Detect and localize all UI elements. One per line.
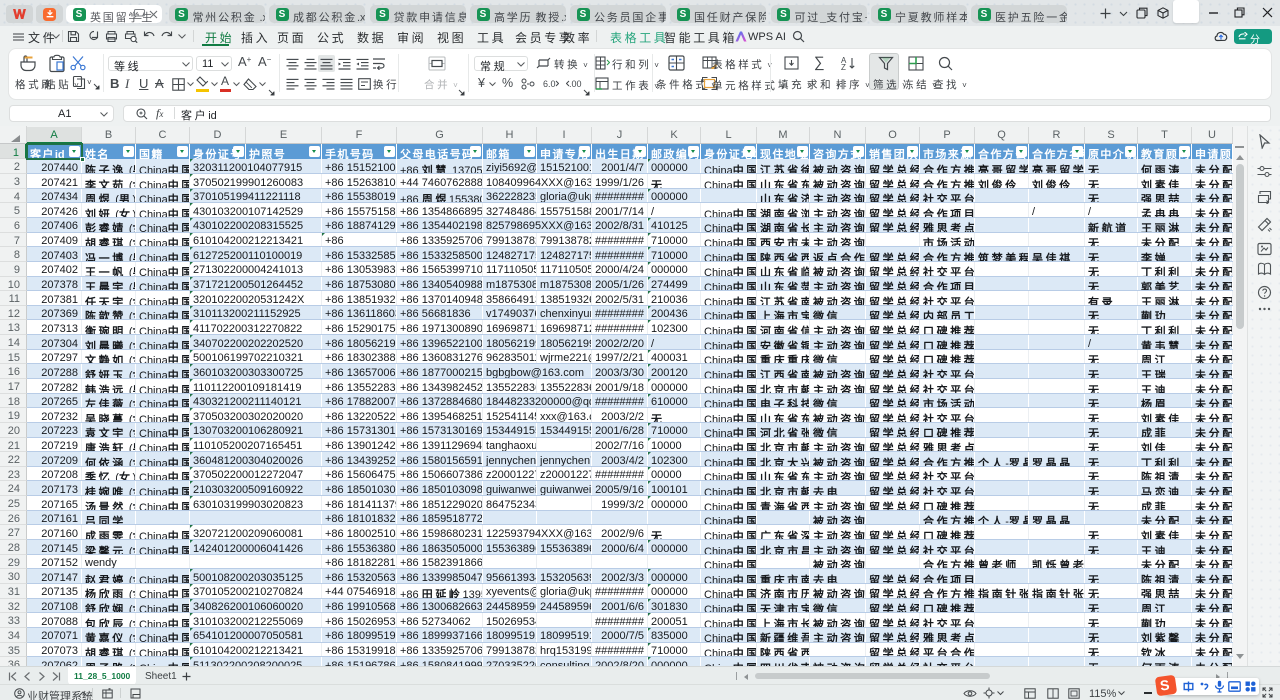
svg-text:Z: Z	[841, 63, 846, 70]
svg-text:6.0: 6.0	[543, 79, 556, 89]
svg-text:.00: .00	[569, 79, 582, 89]
